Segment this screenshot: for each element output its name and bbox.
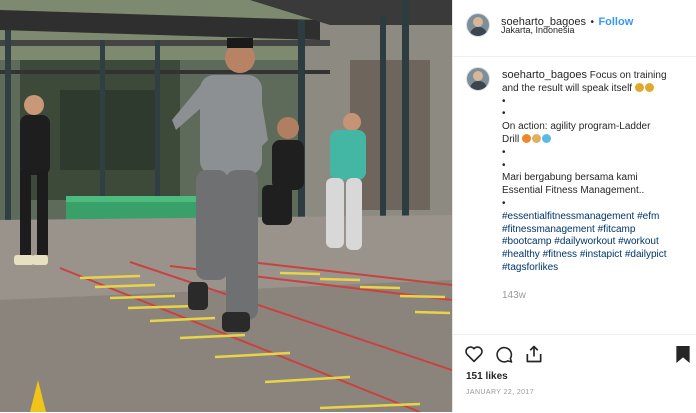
post-caption: soeharto_bagoes Focus on training and th…: [502, 69, 687, 275]
post-photo[interactable]: [0, 0, 452, 412]
follow-button[interactable]: Follow: [598, 16, 633, 28]
bullet: •: [502, 197, 506, 209]
hashtag-line[interactable]: #bootcamp #dailyworkout #workout: [502, 236, 687, 249]
hashtag-line[interactable]: #healthy #fitness #instapict #dailypict: [502, 249, 687, 262]
heart-icon[interactable]: [464, 345, 484, 363]
bullet: •: [502, 146, 506, 158]
caption-username[interactable]: soeharto_bagoes: [502, 69, 587, 81]
trophy-icon: [634, 82, 644, 92]
caption-text: Focus on training: [587, 70, 667, 81]
action-bar: 151 likes JANUARY 22, 2017: [453, 334, 696, 413]
bullet: •: [502, 108, 506, 120]
sweat-icon: [542, 133, 551, 143]
hashtag-line[interactable]: #essentialfitnessmanagement #efm: [502, 211, 687, 224]
caption-avatar[interactable]: [466, 67, 490, 91]
caption-action: On action: agility program-Ladder: [502, 121, 651, 133]
post-date: JANUARY 22, 2017: [466, 389, 535, 396]
time-ago[interactable]: 143w: [502, 290, 526, 301]
comment-icon[interactable]: [494, 345, 514, 364]
trophy-icon: [644, 82, 654, 92]
location-link[interactable]: Jakarta, Indonesia: [501, 25, 575, 35]
workout-scene-image: [0, 0, 452, 412]
caption-join: Mari bergabung bersama kami: [502, 172, 638, 184]
fire-icon: [522, 133, 531, 143]
post-header: soeharto_bagoes • Follow Jakarta, Indone…: [453, 0, 696, 57]
caption-action-2: Drill: [502, 133, 522, 145]
separator-dot: •: [590, 17, 594, 28]
likes-count[interactable]: 151 likes: [466, 371, 508, 382]
caption-join-2: Essential Fitness Management..: [502, 185, 645, 197]
bullet: •: [502, 159, 506, 171]
hashtag-line[interactable]: #fitnessmanagement #fitcamp: [502, 224, 687, 237]
bullet: •: [502, 95, 506, 107]
post-side-panel: soeharto_bagoes • Follow Jakarta, Indone…: [452, 0, 696, 412]
bookmark-icon[interactable]: [675, 345, 691, 364]
avatar[interactable]: [466, 13, 490, 37]
muscle-icon: [532, 133, 541, 143]
share-icon[interactable]: [524, 344, 544, 364]
caption-text-2: and the result will speak itself: [502, 82, 635, 94]
hashtag-line[interactable]: #tagsforlikes: [502, 262, 687, 275]
